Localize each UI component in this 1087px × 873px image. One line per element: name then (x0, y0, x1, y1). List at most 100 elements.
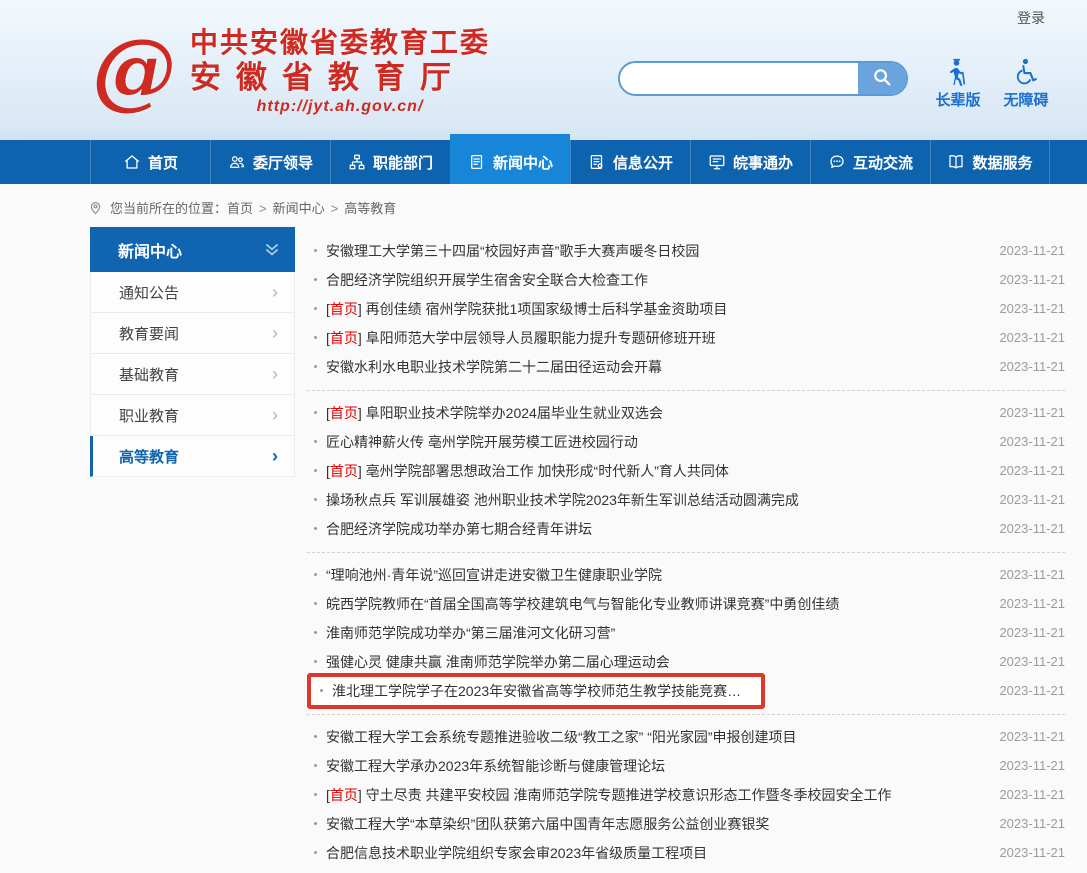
front-page-tag: 首页 (330, 787, 358, 803)
bullet-dot-icon (314, 278, 317, 281)
logo-at-mark-icon: @ (92, 28, 176, 112)
news-row: 安徽理工大学第三十四届“校园好声音”歌手大赛声暖冬日校园 2023-11-21 (307, 236, 1065, 265)
news-date: 2023-11-21 (987, 492, 1065, 507)
bullet-dot-icon (314, 793, 317, 796)
news-list: 安徽理工大学第三十四届“校园好声音”歌手大赛声暖冬日校园 2023-11-21 合肥… (307, 229, 1065, 873)
news-link[interactable]: 安徽水利水电职业技术学院第二十二届田径运动会开幕 (326, 357, 662, 377)
news-date: 2023-11-21 (987, 301, 1065, 316)
news-row: 皖西学院教师在“首届全国高等学校建筑电气与智能化专业教师讲课竞赛”中勇创佳绩 20… (307, 589, 1065, 618)
sidebar-item-label: 职业教育 (119, 405, 179, 426)
news-link[interactable]: [首页] 守土尽责 共建平安校园 淮南师范学院专题推进学校意识形态工作暨冬季校园… (326, 785, 891, 805)
search-button[interactable] (858, 63, 906, 94)
main-content: 新闻中心 通知公告›教育要闻›基础教育› 职业教育 › 高等教育› 安徽理工大学第三十… (0, 227, 1087, 873)
nav-item-互动交流[interactable]: 互动交流 (810, 140, 930, 184)
news-link[interactable]: 强健心灵 健康共赢 淮南师范学院举办第二届心理运动会 (326, 652, 670, 672)
news-link[interactable]: 匠心精神薪火传 亳州学院开展劳模工匠进校园行动 (326, 432, 638, 452)
bullet-dot-icon (314, 735, 317, 738)
bullet-dot-icon (314, 336, 317, 339)
news-link[interactable]: [首页] 亳州学院部署思想政治工作 加快形成“时代新人”育人共同体 (326, 461, 729, 481)
news-link[interactable]: 皖西学院教师在“首届全国高等学校建筑电气与智能化专业教师讲课竞赛”中勇创佳绩 (326, 594, 839, 614)
news-date: 2023-11-21 (987, 521, 1065, 536)
data-book-icon (947, 153, 965, 171)
elder-version-button[interactable]: 长辈版 (929, 58, 987, 110)
bullet-dot-icon (314, 469, 317, 472)
departments-icon (348, 153, 366, 171)
news-row: “理响池州·青年说”巡回宣讲走进安徽卫生健康职业学院 2023-11-21 (307, 560, 1065, 589)
bullet-dot-icon (314, 822, 317, 825)
bullet-dot-icon (314, 527, 317, 530)
sidebar-item-通知公告[interactable]: 通知公告› (90, 272, 295, 313)
site-logo[interactable]: @ 中共安徽省委教育工委 安徽省教育厅 http://jyt.ah.gov.cn… (92, 26, 490, 116)
news-link[interactable]: 操场秋点兵 军训展雄姿 池州职业技术学院2023年新生军训总结活动圆满完成 (326, 490, 799, 510)
news-group: 安徽工程大学工会系统专题推进验收二级“教工之家” “阳光家园”申报创建项目202… (307, 715, 1065, 873)
news-row: [首页] 亳州学院部署思想政治工作 加快形成“时代新人”育人共同体2023-11… (307, 456, 1065, 485)
news-date: 2023-11-21 (987, 243, 1065, 258)
news-link[interactable]: 合肥经济学院组织开展学生宿舍安全联合大检查工作 (326, 270, 648, 290)
nav-items-container: 首页 委厅领导职能部门 新闻中心信息公开皖事通办互动交流数据服务 (90, 140, 1050, 184)
news-link[interactable]: 安徽工程大学“本草染织”团队获第六届中国青年志愿服务公益创业赛银奖 (326, 814, 769, 834)
news-row: 合肥信息技术职业学院组织专家会审2023年省级质量工程项目2023-11-21 (307, 838, 1065, 867)
org-name-line1: 中共安徽省委教育工委 (190, 26, 490, 59)
sidebar-item-教育要闻[interactable]: 教育要闻› (90, 313, 295, 354)
nav-item-信息公开[interactable]: 信息公开 (570, 140, 690, 184)
news-row: 安徽工程大学“本草染织”团队获第六届中国青年志愿服务公益创业赛银奖2023-11… (307, 809, 1065, 838)
news-link[interactable]: 安徽理工大学第三十四届“校园好声音”歌手大赛声暖冬日校园 (326, 241, 699, 261)
news-row: [首页] 再创佳绩 宿州学院获批1项国家级博士后科学基金资助项目 2023-11-… (307, 294, 1065, 323)
news-link[interactable]: “理响池州·青年说”巡回宣讲走进安徽卫生健康职业学院 (326, 565, 662, 585)
login-link[interactable]: 登录 (1017, 8, 1045, 28)
news-date: 2023-11-21 (987, 434, 1065, 449)
news-row: 强健心灵 健康共赢 淮南师范学院举办第二届心理运动会 2023-11-21 (307, 647, 1065, 676)
breadcrumb-prefix: 您当前所在的位置： (110, 198, 227, 217)
news-link[interactable]: 安徽工程大学工会系统专题推进验收二级“教工之家” “阳光家园”申报创建项目 (326, 727, 797, 747)
news-link[interactable]: [首页] 阜阳职业技术学院举办2024届毕业生就业双选会 (326, 403, 663, 423)
news-group: “理响池州·青年说”巡回宣讲走进安徽卫生健康职业学院2023-11-21皖西学院… (307, 553, 1065, 715)
nav-item-label: 委厅领导 (253, 152, 313, 173)
news-link[interactable]: 淮南师范学院成功举办“第三届淮河文化研习营” (326, 623, 615, 643)
news-link[interactable]: [首页] 再创佳绩 宿州学院获批1项国家级博士后科学基金资助项目 (326, 299, 727, 319)
nav-item-label: 新闻中心 (493, 152, 553, 173)
sidebar-item-高等教育[interactable]: 高等教育› (90, 436, 295, 477)
bullet-dot-icon (314, 573, 317, 576)
news-row: 操场秋点兵 军训展雄姿 池州职业技术学院2023年新生军训总结活动圆满完成 202… (307, 485, 1065, 514)
chevron-right-icon: › (272, 406, 278, 424)
nav-item-委厅领导[interactable]: 委厅领导 (210, 140, 330, 184)
site-url: http://jyt.ah.gov.cn/ (257, 98, 424, 116)
breadcrumb-link-高等教育[interactable]: 高等教育 (344, 201, 396, 216)
bullet-dot-icon (314, 249, 317, 252)
sidebar-item-基础教育[interactable]: 基础教育› (90, 354, 295, 395)
sidebar-item-职业教育[interactable]: 职业教育 › (90, 395, 295, 436)
news-row: 安徽工程大学承办2023年系统智能诊断与健康管理论坛2023-11-21 (307, 751, 1065, 780)
news-date: 2023-11-21 (987, 405, 1065, 420)
news-row: [首页] 阜阳师范大学中层领导人员履职能力提升专题研修班开班2023-11-21 (307, 323, 1065, 352)
news-date: 2023-11-21 (987, 683, 1065, 698)
sidebar: 新闻中心 通知公告›教育要闻›基础教育› 职业教育 › 高等教育› (90, 227, 295, 477)
breadcrumb-link-首页[interactable]: 首页 (227, 201, 253, 216)
sidebar-header[interactable]: 新闻中心 (90, 227, 295, 272)
news-link[interactable]: 合肥信息技术职业学院组织专家会审2023年省级质量工程项目 (326, 843, 707, 863)
bullet-dot-icon (320, 689, 323, 692)
news-row: 淮北理工学院学子在2023年安徽省高等学校师范生教学技能竞赛中获佳绩 2023-1… (307, 676, 1065, 705)
news-date: 2023-11-21 (987, 654, 1065, 669)
news-link[interactable]: 安徽工程大学承办2023年系统智能诊断与健康管理论坛 (326, 756, 665, 776)
news-date: 2023-11-21 (987, 567, 1065, 582)
news-link[interactable]: [首页] 阜阳师范大学中层领导人员履职能力提升专题研修班开班 (326, 328, 716, 348)
bullet-dot-icon (314, 365, 317, 368)
search-input[interactable] (620, 63, 862, 94)
nav-item-首页[interactable]: 首页 (90, 140, 210, 184)
home-icon (123, 153, 141, 171)
accessibility-button[interactable]: 无障碍 (997, 58, 1055, 110)
tag-bracket: ] (358, 463, 366, 479)
news-row: 安徽水利水电职业技术学院第二十二届田径运动会开幕2023-11-21 (307, 352, 1065, 381)
nav-item-皖事通办[interactable]: 皖事通办 (690, 140, 810, 184)
news-link[interactable]: 合肥经济学院成功举办第七期合经青年讲坛 (326, 519, 592, 539)
sidebar-item-label: 高等教育 (119, 446, 179, 467)
nav-item-职能部门[interactable]: 职能部门 (330, 140, 450, 184)
news-link[interactable]: 淮北理工学院学子在2023年安徽省高等学校师范生教学技能竞赛中获佳绩 (332, 681, 753, 701)
nav-item-新闻中心[interactable]: 新闻中心 (450, 134, 570, 184)
news-date: 2023-11-21 (987, 596, 1065, 611)
chat-icon (828, 153, 846, 171)
nav-item-数据服务[interactable]: 数据服务 (930, 140, 1050, 184)
bullet-dot-icon (314, 498, 317, 501)
breadcrumb-link-新闻中心[interactable]: 新闻中心 (273, 201, 325, 216)
nav-item-label: 首页 (148, 152, 178, 173)
